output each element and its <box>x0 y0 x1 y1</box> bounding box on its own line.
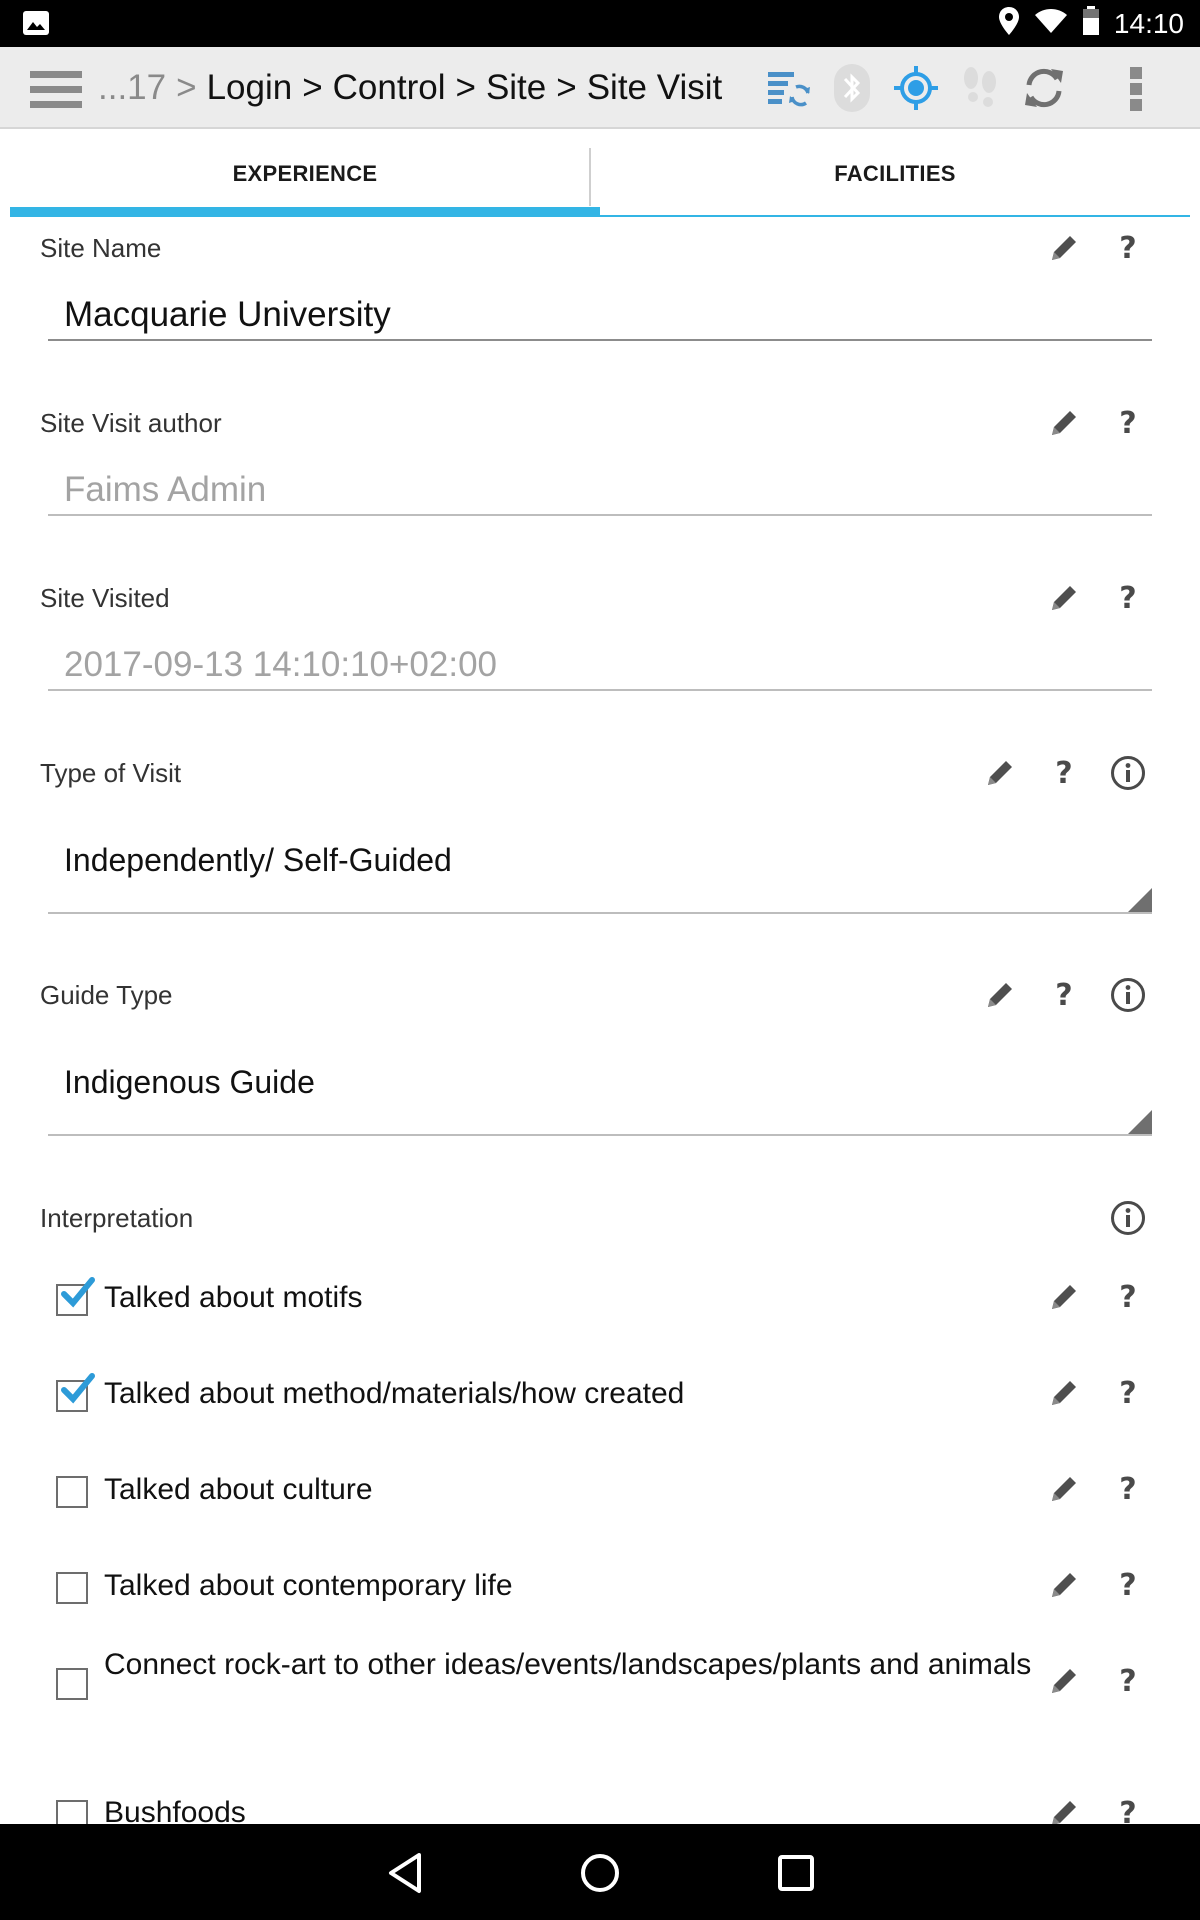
breadcrumb-item-site[interactable]: Site <box>486 68 546 108</box>
site-name-label: Site Name <box>40 233 162 263</box>
option-label: Talked about culture <box>104 1473 373 1506</box>
pencil-icon[interactable] <box>968 970 1032 1020</box>
site-name-input[interactable]: Macquarie University <box>48 291 1152 341</box>
pencil-icon[interactable] <box>1032 1464 1096 1514</box>
option-label: Bushfoods <box>104 1796 246 1824</box>
option-label: Talked about contemporary life <box>104 1569 513 1602</box>
breadcrumb: ...17 > Login > Control > Site > Site Vi… <box>98 47 722 129</box>
guide-type-field: Guide Type ? Indigenous Guide <box>10 964 1190 1164</box>
interpretation-option[interactable]: Bushfoods ? <box>10 1796 1190 1824</box>
hamburger-menu-icon[interactable] <box>30 69 82 114</box>
pencil-icon[interactable] <box>1032 1560 1096 1610</box>
type-of-visit-value: Independently/ Self-Guided <box>64 842 452 878</box>
breadcrumb-ellipsis[interactable]: ...17 <box>98 68 166 108</box>
tab-divider <box>589 148 591 206</box>
info-icon[interactable] <box>1096 1193 1160 1243</box>
dropdown-triangle-icon <box>1128 888 1152 912</box>
sync-settings-icon[interactable] <box>756 47 820 129</box>
help-icon[interactable]: ? <box>1096 1560 1160 1610</box>
help-icon[interactable]: ? <box>1096 223 1160 273</box>
recent-apps-icon[interactable] <box>771 1848 821 1898</box>
pencil-icon[interactable] <box>1032 1788 1096 1824</box>
type-of-visit-field: Type of Visit ? Independently/ Self-Guid… <box>10 742 1190 942</box>
option-label: Connect rock-art to other ideas/events/l… <box>104 1648 1032 1681</box>
site-visited-label: Site Visited <box>40 583 170 613</box>
info-icon[interactable] <box>1096 748 1160 798</box>
home-icon[interactable] <box>575 1848 625 1898</box>
site-name-field: Site Name ? Macquarie University <box>10 217 1190 360</box>
battery-icon <box>1082 6 1100 41</box>
tab-facilities[interactable]: FACILITIES <box>600 131 1190 217</box>
breadcrumb-separator: > <box>302 68 323 107</box>
bluetooth-icon[interactable] <box>820 47 884 129</box>
help-icon[interactable]: ? <box>1096 1788 1160 1825</box>
checkbox-unchecked[interactable] <box>56 1800 88 1824</box>
navigation-bar <box>0 1824 1200 1920</box>
pencil-icon[interactable] <box>1032 398 1096 448</box>
guide-type-label: Guide Type <box>40 980 173 1010</box>
tab-experience[interactable]: EXPERIENCE <box>10 131 600 217</box>
back-icon[interactable] <box>380 1848 430 1898</box>
breadcrumb-separator: > <box>455 68 476 107</box>
clock: 14:10 <box>1113 7 1184 39</box>
breadcrumb-item-login[interactable]: Login <box>207 68 293 108</box>
refresh-icon[interactable] <box>1012 47 1076 129</box>
action-bar: ...17 > Login > Control > Site > Site Vi… <box>0 47 1200 129</box>
pencil-icon[interactable] <box>968 748 1032 798</box>
breadcrumb-separator: > <box>556 68 577 107</box>
tracking-footsteps-icon[interactable] <box>948 47 1012 129</box>
help-icon[interactable]: ? <box>1096 573 1160 623</box>
checkbox-checked[interactable] <box>56 1373 95 1412</box>
interpretation-header: Interpretation <box>10 1187 1190 1247</box>
help-icon[interactable]: ? <box>1096 1656 1160 1706</box>
checkbox-unchecked[interactable] <box>56 1668 88 1700</box>
breadcrumb-item-control[interactable]: Control <box>333 68 446 108</box>
dropdown-triangle-icon <box>1128 1110 1152 1134</box>
help-icon[interactable]: ? <box>1032 970 1096 1020</box>
site-visit-author-label: Site Visit author <box>40 408 222 438</box>
breadcrumb-item-site-visit[interactable]: Site Visit <box>587 68 723 108</box>
help-icon[interactable]: ? <box>1032 748 1096 798</box>
gps-icon[interactable] <box>884 47 948 129</box>
pencil-icon[interactable] <box>1032 1272 1096 1322</box>
site-visit-author-field: Site Visit author ? Faims Admin <box>10 392 1190 535</box>
tab-bar: EXPERIENCE FACILITIES <box>10 131 1190 217</box>
guide-type-select[interactable]: Indigenous Guide <box>48 1058 1152 1136</box>
interpretation-label: Interpretation <box>40 1203 194 1233</box>
image-icon <box>22 10 50 41</box>
pencil-icon[interactable] <box>1032 1368 1096 1418</box>
wifi-icon <box>1034 8 1068 39</box>
status-bar: 14:10 <box>0 0 1200 47</box>
guide-type-value: Indigenous Guide <box>64 1064 315 1100</box>
checkbox-checked[interactable] <box>56 1277 95 1316</box>
option-label: Talked about method/materials/how create… <box>104 1377 685 1410</box>
pencil-icon[interactable] <box>1032 223 1096 273</box>
location-icon <box>998 6 1020 41</box>
interpretation-option[interactable]: Connect rock-art to other ideas/events/l… <box>10 1648 1190 1800</box>
checkbox-unchecked[interactable] <box>56 1476 88 1508</box>
site-visited-input[interactable]: 2017-09-13 14:10:10+02:00 <box>48 641 1152 691</box>
pencil-icon[interactable] <box>1032 1656 1096 1706</box>
breadcrumb-separator: > <box>176 68 197 107</box>
option-label: Talked about motifs <box>104 1281 363 1314</box>
site-visit-author-input[interactable]: Faims Admin <box>48 466 1152 516</box>
type-of-visit-label: Type of Visit <box>40 758 182 788</box>
site-visited-field: Site Visited ? 2017-09-13 14:10:10+02:00 <box>10 567 1190 710</box>
help-icon[interactable]: ? <box>1096 1272 1160 1322</box>
info-icon[interactable] <box>1096 970 1160 1020</box>
help-icon[interactable]: ? <box>1096 398 1160 448</box>
help-icon[interactable]: ? <box>1096 1368 1160 1418</box>
help-icon[interactable]: ? <box>1096 1464 1160 1514</box>
pencil-icon[interactable] <box>1032 573 1096 623</box>
form-content[interactable]: Site Name ? Macquarie University Site Vi… <box>10 217 1190 1824</box>
checkbox-unchecked[interactable] <box>56 1572 88 1604</box>
overflow-menu-icon[interactable] <box>1112 61 1160 117</box>
type-of-visit-select[interactable]: Independently/ Self-Guided <box>48 836 1152 914</box>
